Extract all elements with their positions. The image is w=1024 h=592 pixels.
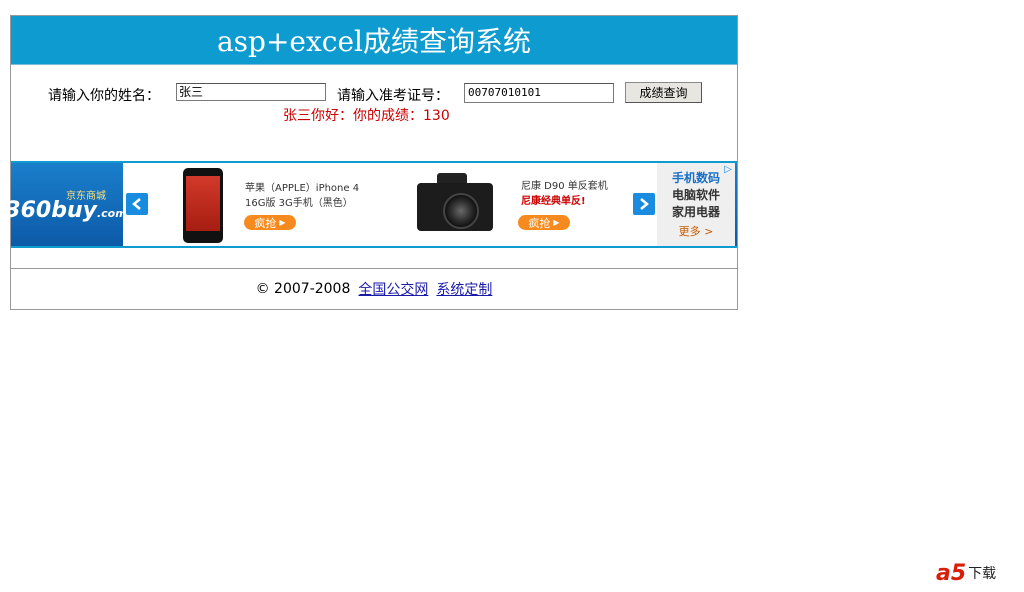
footer-link-bus-network[interactable]: 全国公交网	[358, 279, 428, 299]
iphone-image[interactable]	[183, 168, 223, 243]
product2-buy-label: 疯抢	[528, 216, 551, 230]
category-panel: 手机数码 电脑软件 家用电器 更多 >	[657, 163, 735, 246]
footer-link-system-custom[interactable]: 系统定制	[436, 279, 492, 299]
category-computer-software[interactable]: 电脑软件	[672, 187, 720, 204]
play-arrow-icon: ▶	[279, 218, 286, 227]
footer: © 2007-2008 全国公交网 系统定制	[11, 268, 737, 309]
result-message: 张三你好：你的成绩：130	[283, 108, 450, 124]
exam-number-input[interactable]: 00707010101	[464, 83, 614, 103]
play-arrow-icon: ▶	[553, 218, 560, 227]
product1-buy-button[interactable]: 疯抢 ▶	[244, 215, 296, 230]
product2-line1: 尼康 D90 单反套机	[521, 181, 608, 192]
exam-number-label: 请输入准考证号：	[337, 88, 449, 104]
copyright-text: © 2007-2008	[255, 281, 351, 297]
a5-watermark-logo: a5 下载	[936, 556, 1016, 586]
category-mobile-digital[interactable]: 手机数码	[672, 170, 720, 187]
ad-content: 苹果（APPLE）iPhone 4 16G版 3G手机（黑色） 疯抢 ▶ 尼康 …	[123, 163, 735, 246]
main-frame: asp+excel成绩查询系统 请输入你的姓名： 张三 请输入准考证号： 007…	[5, 15, 738, 310]
chevron-left-icon[interactable]	[126, 193, 148, 215]
page-title: asp+excel成绩查询系统	[216, 25, 532, 58]
product1-buy-label: 疯抢	[254, 216, 277, 230]
product2-slogan: 尼康经典单反!	[521, 196, 586, 207]
logo-brand-text: 360buy	[5, 197, 97, 223]
ad-banner[interactable]: 京东商城 360buy.com 苹果（APPLE）iPhone 4 16G版 3…	[5, 161, 737, 248]
camera-image[interactable]	[415, 171, 495, 236]
product1-line2: 16G版 3G手机（黑色）	[245, 198, 353, 209]
360buy-logo[interactable]: 京东商城 360buy.com	[5, 163, 126, 246]
product2-text[interactable]: 尼康 D90 单反套机 尼康经典单反!	[521, 179, 608, 209]
query-form: 请输入你的姓名： 张三 请输入准考证号： 00707010101 成绩查询 张三…	[11, 65, 737, 161]
category-home-appliances[interactable]: 家用电器	[672, 204, 720, 221]
a5-logo: a5	[936, 561, 967, 586]
chevron-right-icon[interactable]	[633, 193, 655, 215]
name-input[interactable]: 张三	[176, 83, 326, 101]
product2-buy-button[interactable]: 疯抢 ▶	[518, 215, 570, 230]
name-label: 请输入你的姓名：	[48, 88, 160, 104]
product1-line1: 苹果（APPLE）iPhone 4	[245, 183, 360, 194]
watermark-text: 下载	[968, 566, 997, 582]
search-button[interactable]: 成绩查询	[625, 82, 702, 103]
ad-choices-icon[interactable]: ▷	[721, 163, 735, 175]
more-link[interactable]: 更多 >	[679, 223, 714, 240]
logo-brand: 360buy.com	[5, 198, 126, 223]
product1-text[interactable]: 苹果（APPLE）iPhone 4 16G版 3G手机（黑色）	[245, 181, 359, 211]
page-header: asp+excel成绩查询系统	[11, 16, 737, 65]
